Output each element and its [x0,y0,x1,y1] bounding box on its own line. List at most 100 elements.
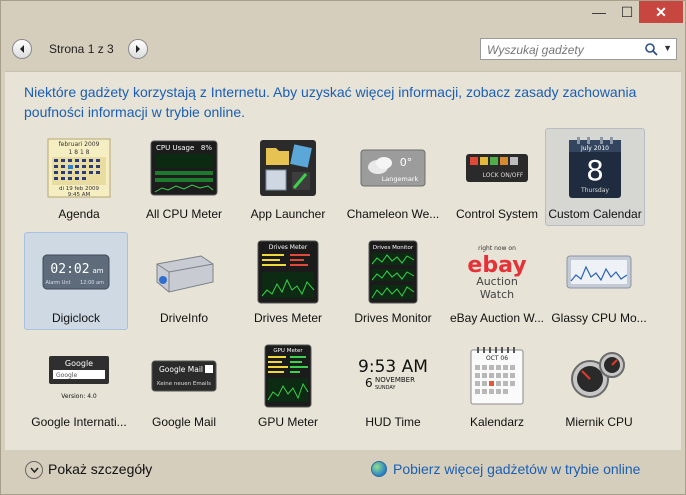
gadget-grid: februari 2009 1 8 1 8 di 19 feb 2009 9:4… [5,72,681,450]
custom-calendar-day: 8 [586,154,604,187]
google-intl-thumbnail: Google Google Version: 4.0 [43,343,115,409]
driveinfo-thumbnail [148,239,220,305]
gadget-label: All CPU Meter [145,207,222,221]
digiclock-ampm: am [92,267,103,275]
gadget-label: DriveInfo [159,311,209,325]
gadget-drives-meter[interactable]: Drives Meter Drives Meter [238,232,338,330]
gadget-drives-monitor[interactable]: Drives Monitor Drives Monitor [343,232,443,330]
chameleon-place: Langemark [382,175,419,183]
gadget-hud-time[interactable]: 9:53 AM 6 NOVEMBER SUNDAY HUD Time [343,336,443,434]
google-intl-field: Google [56,372,77,379]
close-button[interactable]: ✕ [639,1,683,23]
gadget-kalendarz[interactable]: OCT 06 Kalendarz [447,336,547,434]
google-mail-thumbnail: Google Mail Keine neuen Emails [148,343,220,409]
google-intl-brand: Google [65,359,93,368]
gadget-label: Miernik CPU [565,415,633,429]
google-mail-sub: Keine neuen Emails [157,381,211,387]
gadget-google-mail[interactable]: Google Mail Keine neuen Emails Google Ma… [134,336,234,434]
app-launcher-thumbnail [252,135,324,201]
google-intl-version: Version: 4.0 [61,393,97,400]
gadget-ebay-auction-watch[interactable]: right now on ebay Auction Watch eBay Auc… [447,232,547,330]
control-system-text: LOCK ON/OFF [483,172,524,179]
gadget-control-system[interactable]: LOCK ON/OFF Control System [447,128,547,226]
page-indicator: Strona 1 z 3 [49,42,114,56]
search-placeholder: Wyszukaj gadżety [487,43,584,57]
gadget-gallery-window: — ☐ ✕ Strona 1 z 3 Wyszukaj gadżety ▼ Ni… [0,0,686,495]
globe-icon [371,461,387,477]
digiclock-sub1: Alarm Unt [45,280,70,286]
hud-time-weekday: SUNDAY [375,385,396,391]
agenda-thumbnail: februari 2009 1 8 1 8 di 19 feb 2009 9:4… [43,135,115,201]
drives-meter-title: Drives Meter [269,244,308,251]
gpu-meter-thumbnail: GPU Meter [252,343,324,409]
gadget-label: Google Internati... [31,415,127,429]
custom-calendar-weekday: Thursday [580,187,609,194]
search-icon[interactable] [644,42,658,56]
cpu-meter-thumbnail: CPU Usage 8% [148,135,220,201]
drives-monitor-thumbnail: Drives Monitor [357,239,429,305]
gadget-label: Drives Meter [253,311,322,325]
chameleon-thumbnail: 0° Langemark [357,135,429,201]
gadget-chameleon-weather[interactable]: 0° Langemark Chameleon We... [343,128,443,226]
gadget-label: HUD Time [365,415,421,429]
digiclock-sub2: 12:00 am [80,280,104,286]
cpu-meter-title: CPU Usage [156,144,194,152]
gadget-label: Control System [455,207,539,221]
chevron-right-icon [136,45,140,53]
hud-time-month: NOVEMBER [375,376,415,384]
search-box[interactable]: Wyszukaj gadżety ▼ [480,38,677,60]
hud-time-thumbnail: 9:53 AM 6 NOVEMBER SUNDAY [357,343,429,409]
gadget-gpu-meter[interactable]: GPU Meter GPU Meter [238,336,338,434]
nav-bar: Strona 1 z 3 Wyszukaj gadżety ▼ [1,29,685,69]
gadget-driveinfo[interactable]: DriveInfo [134,232,234,330]
gadget-label: Custom Calendar [548,207,642,221]
gadget-label: App Launcher [250,207,326,221]
search-dropdown-icon[interactable]: ▼ [663,43,672,53]
chevron-down-icon [29,467,39,473]
gadget-label: Chameleon We... [346,207,440,221]
maximize-button[interactable]: ☐ [613,1,641,23]
drives-monitor-title: Drives Monitor [373,245,414,251]
chameleon-temp: 0° [400,156,413,169]
gadget-glassy-cpu-monitor[interactable]: Glassy CPU Mo... [549,232,649,330]
close-icon: ✕ [655,3,667,20]
minimize-button[interactable]: — [585,1,613,23]
gadget-digiclock[interactable]: 02:02 am Alarm Unt 12:00 am Digiclock [24,232,128,330]
get-more-gadgets-link[interactable]: Pobierz więcej gadżetów w trybie online [371,461,640,477]
previous-page-button[interactable] [12,39,32,59]
agenda-days: 1 8 1 8 [69,149,90,156]
hud-time-clock: 9:53 AM [358,357,428,377]
get-more-gadgets-text[interactable]: Pobierz więcej gadżetów w trybie online [393,461,640,477]
next-page-button[interactable] [128,39,148,59]
agenda-month: februari 2009 [59,141,100,148]
footer-bar: Pokaż szczegóły Pobierz więcej gadżetów … [1,453,685,493]
gadget-all-cpu-meter[interactable]: CPU Usage 8% All CPU Meter [134,128,234,226]
kalendarz-header: OCT 06 [486,355,508,362]
title-bar: — ☐ ✕ [1,1,685,29]
gadget-label: Agenda [58,207,100,221]
gadget-label: Digiclock [51,311,100,325]
ebay-thumbnail: right now on ebay Auction Watch [461,239,533,305]
gadget-app-launcher[interactable]: App Launcher [238,128,338,226]
custom-calendar-thumbnail: July 2010 8 Thursday [559,135,631,201]
gadget-miernik-cpu[interactable]: Miernik CPU [549,336,649,434]
gadget-label: Google Mail [151,415,217,429]
chevron-left-icon [20,45,24,53]
gpu-meter-title: GPU Meter [273,348,303,354]
show-details-label[interactable]: Pokaż szczegóły [48,461,152,477]
digiclock-thumbnail: 02:02 am Alarm Unt 12:00 am [40,239,112,305]
gadget-label: Drives Monitor [354,311,432,325]
minimize-icon: — [592,4,606,20]
show-details-toggle[interactable] [25,461,43,479]
gadget-google-international[interactable]: Google Google Version: 4.0 Google Intern… [29,336,129,434]
cpu-meter-pct: 8% [201,144,212,152]
gadget-agenda[interactable]: februari 2009 1 8 1 8 di 19 feb 2009 9:4… [29,128,129,226]
custom-calendar-month: July 2010 [580,145,609,152]
gadget-custom-calendar[interactable]: July 2010 8 Thursday Custom Calendar [545,128,645,226]
agenda-time: 9:45 AM [68,192,91,198]
gadget-label: Kalendarz [469,415,525,429]
ebay-line2: Watch [480,288,514,301]
digiclock-time: 02:02 [50,262,89,277]
gadget-label: Glassy CPU Mo... [551,311,647,325]
gadget-label: eBay Auction W... [449,311,545,325]
